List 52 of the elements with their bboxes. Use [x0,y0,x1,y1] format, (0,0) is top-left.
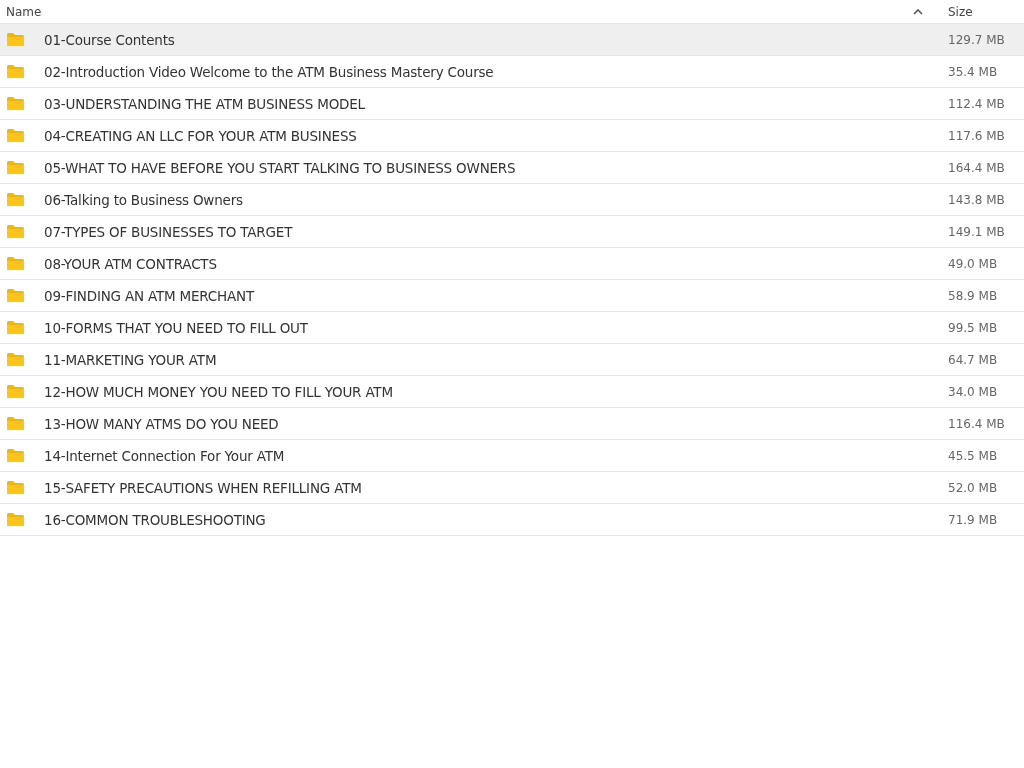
folder-name: 02-Introduction Video Welcome to the ATM Business Mastery Course [44,63,494,80]
column-header[interactable]: Name [6,4,42,19]
folder-icon [6,64,25,79]
folder-icon [6,192,25,207]
file-size: 99.5 MB [948,320,999,335]
column-header[interactable]: Size [948,4,1024,19]
folder-icon [6,96,25,111]
folder-name: 01-Course Contents [44,31,175,48]
folder-icon [6,128,25,143]
folder-name: 11-MARKETING YOUR ATM [44,351,217,368]
folder-name: 14-Internet Connection For Your ATM [44,447,285,464]
folder-icon [6,512,25,527]
folder-icon [6,480,25,495]
folder-name: 07-TYPES OF BUSINESSES TO TARGET [44,223,293,240]
folder-icon [6,384,25,399]
folder-icon [6,256,25,271]
folder-icon [6,416,25,431]
file-size: 112.4 MB [948,96,1006,111]
folder-icon [6,448,25,463]
folder-name: 05-WHAT TO HAVE BEFORE YOU START TALKING TO BUSINESS OWNERS [44,159,516,176]
folder-icon [6,320,25,335]
file-size: 164.4 MB [948,160,1006,175]
folder-name: 12-HOW MUCH MONEY YOU NEED TO FILL YOUR ATM [44,383,393,400]
file-size: 149.1 MB [948,224,1006,239]
folder-icon [6,288,25,303]
folder-name: 15-SAFETY PRECAUTIONS WHEN REFILLING ATM [44,479,362,496]
folder-name: 03-UNDERSTANDING THE ATM BUSINESS MODEL [44,95,365,112]
folder-name: 10-FORMS THAT YOU NEED TO FILL OUT [44,319,308,336]
folder-icon [6,160,25,175]
folder-name: 08-YOUR ATM CONTRACTS [44,255,217,272]
folder-name: 06-Talking to Business Owners [44,191,243,208]
folder-name: 04-CREATING AN LLC FOR YOUR ATM BUSINESS [44,127,357,144]
file-size: 52.0 MB [948,480,999,495]
file-size: 45.5 MB [948,448,999,463]
folder-name: 13-HOW MANY ATMS DO YOU NEED [44,415,279,432]
file-size: 58.9 MB [948,288,999,303]
folder-name: 16-COMMON TROUBLESHOOTING [44,511,266,528]
folder-icon [6,352,25,367]
file-size: 117.6 MB [948,128,1006,143]
folder-name: 09-FINDING AN ATM MERCHANT [44,287,254,304]
file-size: 116.4 MB [948,416,1006,431]
sort-caret-icon[interactable] [913,8,923,15]
file-size: 71.9 MB [948,512,999,527]
file-size: 64.7 MB [948,352,999,367]
folder-icon [6,224,25,239]
file-size: 35.4 MB [948,64,999,79]
file-size: 34.0 MB [948,384,999,399]
folder-row[interactable]: 01-Course Contents 129.7 MB [0,24,1024,56]
file-size: 49.0 MB [948,256,999,271]
folder-icon [6,32,25,47]
file-size: 143.8 MB [948,192,1006,207]
file-size: 129.7 MB [948,32,1006,47]
